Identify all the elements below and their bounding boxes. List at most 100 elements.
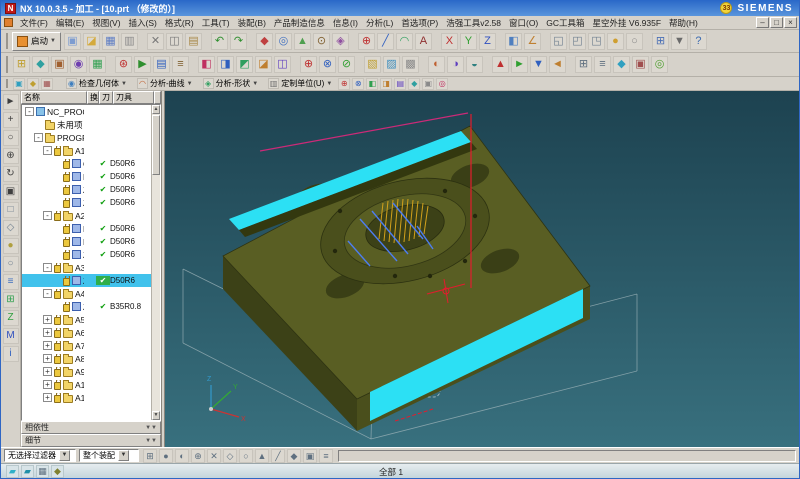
viewport-3d-scene[interactable]: X Y Z — [165, 91, 800, 447]
bottom-sel-c-icon[interactable]: ▦ — [36, 465, 49, 478]
tb1-redo-icon[interactable]: ↷ — [230, 33, 247, 50]
tree-row-Z...[interactable]: Z...✔D50R6 — [22, 274, 151, 287]
selection-filter-combo[interactable]: 无选择过滤器 ▼ — [4, 449, 76, 462]
tree-row-A10[interactable]: +A10 — [22, 378, 151, 391]
tree-row-Z...[interactable]: Z...✔D50R6 — [22, 248, 151, 261]
menu-insert[interactable]: 插入(S) — [125, 16, 161, 30]
vbar-zoom-icon[interactable]: ○ — [3, 130, 19, 146]
tb1-view-iso-icon[interactable]: ◳ — [588, 33, 605, 50]
toolbar-grip[interactable] — [6, 79, 9, 88]
tb1-cut-icon[interactable]: ✕ — [147, 33, 164, 50]
tb1-angle-icon[interactable]: ∠ — [524, 33, 541, 50]
tb2-mcs-icon[interactable]: ⊕ — [300, 56, 317, 73]
tb1-save-icon[interactable]: ▦ — [102, 33, 119, 50]
scroll-down-icon[interactable]: ▼ — [152, 411, 160, 420]
menu-gc-toolbox[interactable]: GC工具箱 — [542, 16, 588, 30]
details-panel-bar[interactable]: 细节▼▼ — [21, 434, 161, 447]
tb2-tool-5axis-icon[interactable]: ▧ — [364, 56, 381, 73]
analyze-shape-dropdown[interactable]: ◈分析-形状▼ — [199, 77, 263, 90]
toolbar-grip[interactable] — [6, 56, 9, 72]
tree-row-NC_PROGRAM[interactable]: -NC_PROGRAM — [22, 105, 151, 118]
restore-button[interactable]: □ — [770, 17, 783, 28]
menu-file[interactable]: 文件(F) — [16, 16, 52, 30]
display-scope-label[interactable]: 全部 1 — [379, 466, 403, 478]
tb2-postprocess-icon[interactable]: ▤ — [153, 56, 170, 73]
menu-pmi[interactable]: 产品制造信息 — [270, 16, 329, 30]
tb1-line-icon[interactable]: ╱ — [377, 33, 394, 50]
expand-icon[interactable]: + — [43, 380, 52, 389]
selection-scope-combo[interactable]: 整个装配 ▼ — [79, 449, 139, 462]
collapse-icon[interactable]: - — [25, 107, 34, 116]
tree-row-未用项[interactable]: 未用项 — [22, 118, 151, 131]
tb3-t3-d-icon[interactable]: ⊕ — [338, 78, 350, 90]
status-snap-vertex-icon[interactable]: ▲ — [255, 449, 269, 463]
tb2-arrow-right-icon[interactable]: ► — [511, 56, 528, 73]
chevron-down-icon[interactable]: ▼ — [59, 450, 70, 461]
tb3-t3-h-icon[interactable]: ▤ — [394, 78, 406, 90]
status-snap-face-icon[interactable]: ◆ — [287, 449, 301, 463]
tb1-extrude-icon[interactable]: ▲ — [294, 33, 311, 50]
tree-row-A8[interactable]: +A8 — [22, 352, 151, 365]
tb2-drill-icon[interactable]: ◪ — [255, 56, 272, 73]
dependencies-panel-bar[interactable]: 相依性▼▼ — [21, 421, 161, 434]
tb2-create-program-icon[interactable]: ⊞ — [13, 56, 30, 73]
collapse-icon[interactable]: - — [43, 211, 52, 220]
tree-row-A6[interactable]: +A6 — [22, 326, 151, 339]
tree-row-C...[interactable]: C...✔D50R6 — [22, 157, 151, 170]
tb1-wireframe-icon[interactable]: ○ — [626, 33, 643, 50]
menu-information[interactable]: 信息(I) — [329, 16, 362, 30]
column-header-tool[interactable]: 刀具 — [113, 91, 154, 104]
chevron-down-icon[interactable]: ▼▼ — [145, 438, 157, 444]
tb3-t3-k-icon[interactable]: ◎ — [436, 78, 448, 90]
scrollbar-track[interactable] — [152, 175, 160, 411]
tb3-t3-i-icon[interactable]: ◆ — [408, 78, 420, 90]
tree-row-A4[interactable]: -A4 — [22, 287, 151, 300]
tree-row-Z...[interactable]: Z...✔D50R6 — [22, 196, 151, 209]
tb3-t3-j-icon[interactable]: ▣ — [422, 78, 434, 90]
tb2-create-tool-icon[interactable]: ◆ — [32, 56, 49, 73]
expand-icon[interactable]: + — [43, 393, 52, 402]
menu-window[interactable]: 窗口(O) — [505, 16, 542, 30]
status-snap-edge-icon[interactable]: ╱ — [271, 449, 285, 463]
tree-row-A2[interactable]: -A2 — [22, 209, 151, 222]
scrollbar-thumb[interactable] — [152, 115, 160, 175]
vbar-select-icon[interactable]: ► — [3, 94, 19, 110]
document-icon[interactable] — [4, 18, 13, 27]
status-snap-grid-icon[interactable]: ⊞ — [143, 449, 157, 463]
menu-help[interactable]: 帮助(H) — [665, 16, 702, 30]
vbar-shaded-icon[interactable]: ● — [3, 238, 19, 254]
tb1-view-front-icon[interactable]: ◱ — [550, 33, 567, 50]
tb2-generate-toolpath-icon[interactable]: ⊛ — [115, 56, 132, 73]
expand-icon[interactable]: + — [43, 341, 52, 350]
vbar-z-tool-icon[interactable]: Z — [3, 310, 19, 326]
collapse-icon[interactable]: - — [43, 263, 52, 272]
tb2-contour-mill-icon[interactable]: ◨ — [217, 56, 234, 73]
vbar-fit-icon[interactable]: ▣ — [3, 184, 19, 200]
tb1-blend-icon[interactable]: ◈ — [332, 33, 349, 50]
tb3-t3-a-icon[interactable]: ▣ — [13, 78, 25, 90]
tb2-arrow-up-icon[interactable]: ▲ — [492, 56, 509, 73]
notification-badge[interactable]: 33 — [720, 2, 732, 14]
tb2-extra-2-icon[interactable]: ▣ — [632, 56, 649, 73]
menu-haoqiang-tools[interactable]: 浩强工具v2.58 — [442, 16, 505, 30]
chevron-down-icon[interactable]: ▼▼ — [145, 425, 157, 431]
tb2-list-view-icon[interactable]: ⊞ — [575, 56, 592, 73]
start-button[interactable]: 启动 ▼ — [12, 32, 61, 51]
tb2-machine-sim-icon[interactable]: ◑ — [447, 56, 464, 73]
expand-icon[interactable]: + — [43, 354, 52, 363]
vbar-zoom-in-icon[interactable]: ⊕ — [3, 148, 19, 164]
tb1-arc-icon[interactable]: ◠ — [396, 33, 413, 50]
tb2-arrow-left-icon[interactable]: ◄ — [549, 56, 566, 73]
tb1-paste-icon[interactable]: ▤ — [185, 33, 202, 50]
menu-preferences[interactable]: 首选项(P) — [397, 16, 442, 30]
tree-row-Z...[interactable]: Z...✔D50R6 — [22, 183, 151, 196]
tb1-help-icon[interactable]: ? — [690, 33, 707, 50]
column-header-exchange[interactable]: 换 — [87, 91, 99, 104]
tree-row-A9[interactable]: +A9 — [22, 365, 151, 378]
tb2-arrow-down-icon[interactable]: ▼ — [530, 56, 547, 73]
tb1-sketch-icon[interactable]: ◎ — [275, 33, 292, 50]
expand-icon[interactable]: + — [43, 328, 52, 337]
vbar-macro-icon[interactable]: M — [3, 328, 19, 344]
tree-row-A11[interactable]: +A11 — [22, 391, 151, 404]
analyze-curve-dropdown[interactable]: ◠分析-曲线▼ — [133, 77, 197, 90]
